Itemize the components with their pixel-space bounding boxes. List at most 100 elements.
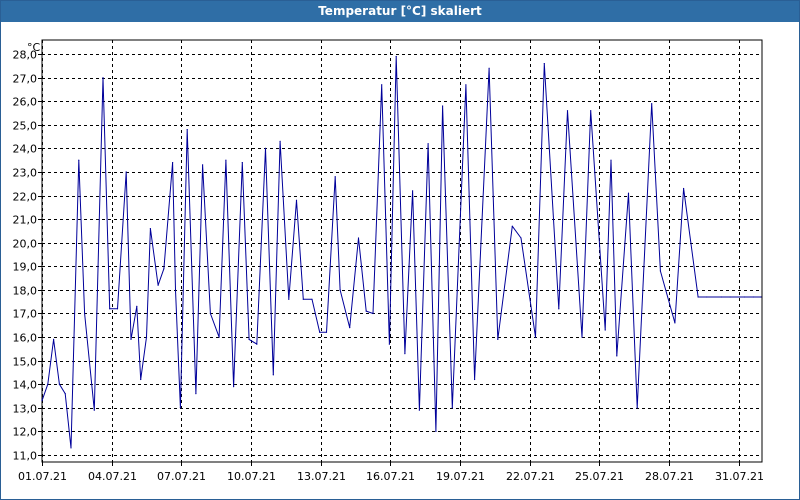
- y-tick-label: 28,0: [13, 49, 38, 62]
- data-point: [590, 110, 592, 112]
- data-point: [636, 407, 638, 409]
- data-point: [683, 187, 685, 190]
- data-point: [195, 393, 197, 395]
- data-point: [697, 296, 699, 298]
- data-point: [272, 374, 274, 376]
- data-point: [543, 63, 545, 65]
- data-point: [302, 298, 304, 300]
- data-point: [93, 409, 95, 411]
- data-point: [163, 268, 165, 270]
- data-point: [720, 296, 723, 298]
- data-point: [474, 378, 476, 381]
- data-point: [627, 192, 630, 194]
- data-point: [534, 336, 537, 338]
- x-tick-label: 10.07.21: [227, 470, 276, 483]
- y-tick-label: 12,0: [13, 426, 38, 439]
- x-axis: 01.07.21 04.07.21 07.07.21 10.07.21 13.07.21…: [18, 462, 764, 483]
- data-point: [218, 336, 220, 338]
- y-tick-label: 18,0: [13, 285, 38, 298]
- data-point: [264, 147, 267, 149]
- data-point: [729, 296, 731, 298]
- data-point: [581, 336, 583, 338]
- x-tick-label: 25.07.21: [575, 470, 624, 483]
- chart-window: Temperatur [°C] skaliert °C 11,0 12,0 13,0…: [0, 0, 800, 500]
- x-tick-label: 16.07.21: [366, 470, 415, 483]
- data-point: [109, 308, 111, 310]
- data-point: [295, 199, 298, 201]
- data-point: [288, 298, 290, 300]
- y-tick-label: 23,0: [13, 167, 38, 180]
- data-point: [53, 338, 55, 340]
- y-tick-label: 21,0: [13, 214, 38, 227]
- y-tick-label: 26,0: [13, 96, 38, 109]
- data-point: [435, 430, 437, 432]
- data-point: [395, 55, 397, 58]
- data-point: [752, 296, 754, 298]
- x-tick-label: 04.07.21: [88, 470, 137, 483]
- data-point: [339, 289, 341, 291]
- data-point: [84, 312, 86, 315]
- data-point: [511, 225, 513, 227]
- y-tick-label: 13,0: [13, 403, 38, 416]
- x-tick-label: 31.07.21: [715, 470, 764, 483]
- data-point: [130, 338, 132, 340]
- data-point: [125, 171, 127, 173]
- y-tick-label: 14,0: [13, 379, 38, 392]
- data-point: [381, 84, 383, 86]
- y-tick-label: 27,0: [13, 73, 38, 86]
- data-point: [64, 393, 66, 395]
- data-point: [319, 331, 321, 333]
- data-point: [520, 237, 522, 239]
- data-point: [610, 159, 612, 161]
- data-point: [225, 159, 227, 161]
- data-point: [488, 67, 490, 69]
- x-tick-label: 07.07.21: [157, 470, 206, 483]
- data-point: [279, 140, 281, 142]
- data-point: [558, 308, 560, 310]
- data-point: [311, 298, 313, 300]
- data-point: [412, 190, 414, 192]
- data-point: [566, 110, 569, 112]
- data-point: [334, 176, 336, 178]
- data-point: [102, 77, 104, 79]
- y-tick-label: 22,0: [13, 191, 38, 204]
- data-point: [760, 296, 762, 298]
- data-point: [145, 336, 148, 338]
- data-point: [404, 353, 406, 355]
- y-tick-label: 20,0: [13, 238, 38, 251]
- data-point: [233, 386, 235, 388]
- y-tick-label: 16,0: [13, 332, 38, 345]
- y-tick-label: 24,0: [13, 143, 38, 156]
- data-point: [616, 355, 618, 357]
- y-tick-label: 25,0: [13, 120, 38, 133]
- temperature-chart: °C 11,012,013,014,015,016,017,018,019,02…: [13, 39, 764, 483]
- data-point: [241, 162, 243, 164]
- data-point: [78, 159, 80, 161]
- data-point: [157, 284, 159, 286]
- data-point: [651, 103, 653, 105]
- data-point: [248, 338, 250, 340]
- data-point: [427, 143, 429, 145]
- data-point: [41, 400, 43, 402]
- data-point: [418, 409, 420, 411]
- data-point: [116, 308, 119, 310]
- x-tick-label: 13.07.21: [297, 470, 346, 483]
- series-line-temperature: [41, 56, 761, 449]
- data-point: [357, 237, 360, 239]
- data-point: [349, 327, 351, 329]
- data-point: [365, 310, 367, 312]
- data-point: [659, 270, 662, 272]
- data-point: [58, 383, 61, 385]
- data-point: [372, 312, 374, 315]
- series-group: [41, 55, 762, 449]
- data-point: [47, 383, 49, 385]
- data-point: [744, 296, 746, 298]
- data-point: [256, 343, 258, 345]
- data-point: [497, 338, 499, 340]
- data-point: [706, 296, 708, 298]
- y-tick-label: 17,0: [13, 308, 38, 321]
- data-point: [442, 105, 444, 107]
- data-point: [186, 129, 188, 131]
- data-point: [172, 162, 174, 164]
- data-point: [209, 312, 211, 315]
